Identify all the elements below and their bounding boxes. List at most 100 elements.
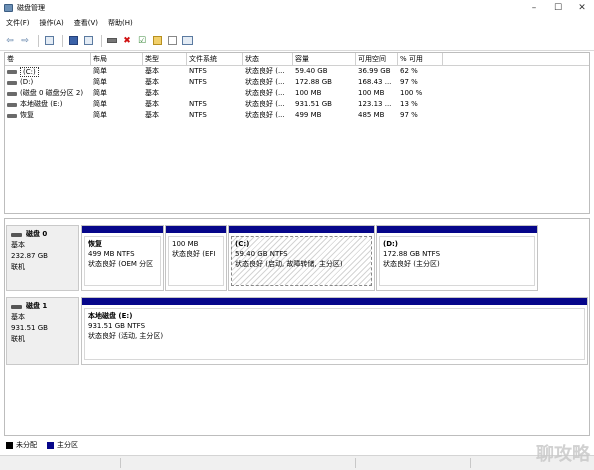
volume-icon xyxy=(7,102,17,107)
table-row[interactable]: (C:) 简单 基本 NTFS 状态良好 (... 59.40 GB 36.99… xyxy=(5,66,589,77)
volume-name: (磁盘 0 磁盘分区 2) xyxy=(20,89,84,97)
disk-size: 931.51 GB xyxy=(11,324,48,332)
disk-type: 基本 xyxy=(11,313,25,321)
volume-list[interactable]: 卷 布局 类型 文件系统 状态 容量 可用空间 % 可用 (C:) 简单 基本 … xyxy=(4,52,590,214)
disk-1-label[interactable]: 磁盘 1 基本 931.51 GB 联机 xyxy=(6,297,79,365)
back-arrow-icon[interactable]: ⇦ xyxy=(4,35,16,47)
disk-name: 磁盘 0 xyxy=(26,230,48,238)
partition-status: 状态良好 (EFI xyxy=(172,250,216,258)
cell-status: 状态良好 (... xyxy=(245,100,285,108)
cell-free-space: 100 MB xyxy=(358,89,385,97)
help-book-icon[interactable] xyxy=(67,35,79,47)
cell-percent-free: 97 % xyxy=(400,78,418,86)
partition-status: 状态良好 (活动, 主分区) xyxy=(88,332,164,340)
cell-type: 基本 xyxy=(145,78,159,86)
menu-file[interactable]: 文件(F) xyxy=(6,18,30,28)
delete-icon[interactable]: ✖ xyxy=(121,35,133,47)
volume-icon xyxy=(7,69,17,74)
connect-icon[interactable] xyxy=(106,35,118,47)
column-header-percent-free[interactable]: % 可用 xyxy=(398,53,443,65)
partition-label: 恢复 xyxy=(88,240,102,248)
cell-free-space: 168.43 ... xyxy=(358,78,392,86)
volume-icon xyxy=(7,80,17,85)
partition-efi[interactable]: 100 MB 状态良好 (EFI xyxy=(165,225,227,291)
grid-view-icon[interactable] xyxy=(82,35,94,47)
partition-size: 100 MB xyxy=(172,240,199,248)
legend-primary-partition: 主分区 xyxy=(57,441,78,449)
list-view-icon[interactable] xyxy=(43,35,55,47)
primary-partition-bar xyxy=(82,226,163,234)
cell-capacity: 59.40 GB xyxy=(295,67,328,75)
disk-icon xyxy=(11,232,22,237)
cell-layout: 简单 xyxy=(93,89,107,97)
disk-name: 磁盘 1 xyxy=(26,302,48,310)
column-header-volume[interactable]: 卷 xyxy=(5,53,91,65)
table-row[interactable]: 本地磁盘 (E:) 简单 基本 NTFS 状态良好 (... 931.51 GB… xyxy=(5,99,589,110)
volume-icon xyxy=(7,113,17,118)
menu-view[interactable]: 查看(V) xyxy=(74,18,98,28)
disk-management-app-icon xyxy=(4,3,13,12)
close-button[interactable]: ✕ xyxy=(570,0,594,16)
properties-check-icon[interactable]: ☑ xyxy=(136,35,148,47)
cell-status: 状态良好 (... xyxy=(245,67,285,75)
cell-type: 基本 xyxy=(145,67,159,75)
volume-name: 恢复 xyxy=(20,111,34,119)
cell-status: 状态良好 (... xyxy=(245,78,285,86)
toolbar-separator xyxy=(101,34,102,47)
menu-help[interactable]: 帮助(H) xyxy=(108,18,133,28)
cell-layout: 简单 xyxy=(93,100,107,108)
maximize-button[interactable]: ☐ xyxy=(546,0,570,16)
watermark: 聊攻略 xyxy=(536,444,590,465)
cell-free-space: 485 MB xyxy=(358,111,385,119)
window-title: 磁盘管理 xyxy=(17,3,45,12)
column-header-type[interactable]: 类型 xyxy=(143,53,187,65)
primary-partition-bar xyxy=(166,226,226,234)
partition-c[interactable]: (C:) 59.40 GB NTFS 状态良好 (启动, 故障转储, 主分区) xyxy=(228,225,375,291)
column-header-status[interactable]: 状态 xyxy=(243,53,293,65)
disk-state: 联机 xyxy=(11,263,25,271)
disk-graphical-view[interactable]: 磁盘 0 基本 232.87 GB 联机 恢复 499 MB NTFS 状态良好… xyxy=(4,218,590,436)
status-separator xyxy=(355,458,356,468)
primary-partition-bar xyxy=(377,226,537,234)
cell-free-space: 36.99 GB xyxy=(358,67,391,75)
table-row[interactable]: (磁盘 0 磁盘分区 2) 简单 基本 状态良好 (... 100 MB 100… xyxy=(5,88,589,99)
table-row[interactable]: (D:) 简单 基本 NTFS 状态良好 (... 172.88 GB 168.… xyxy=(5,77,589,88)
cell-percent-free: 62 % xyxy=(400,67,418,75)
partition-label: (C:) xyxy=(235,240,250,248)
partition-d[interactable]: (D:) 172.88 GB NTFS 状态良好 (主分区) xyxy=(376,225,538,291)
cell-layout: 简单 xyxy=(93,67,107,75)
disk-state: 联机 xyxy=(11,335,25,343)
primary-partition-bar xyxy=(229,226,374,234)
toolbar-separator xyxy=(62,34,63,47)
refresh-icon[interactable] xyxy=(166,35,178,47)
new-folder-icon[interactable] xyxy=(151,35,163,47)
partition-recovery[interactable]: 恢复 499 MB NTFS 状态良好 (OEM 分区 xyxy=(81,225,164,291)
volume-name: (D:) xyxy=(20,78,34,86)
title-bar: 磁盘管理 – ☐ ✕ xyxy=(0,0,594,16)
column-header-free-space[interactable]: 可用空间 xyxy=(356,53,398,65)
disk-0-label[interactable]: 磁盘 0 基本 232.87 GB 联机 xyxy=(6,225,79,291)
cell-percent-free: 13 % xyxy=(400,100,418,108)
cell-filesystem: NTFS xyxy=(189,100,207,108)
column-header-layout[interactable]: 布局 xyxy=(91,53,143,65)
toolbar: ⇦ ⇨ ✖ ☑ xyxy=(0,31,594,51)
cell-percent-free: 97 % xyxy=(400,111,418,119)
column-header-filesystem[interactable]: 文件系统 xyxy=(187,53,243,65)
cell-percent-free: 100 % xyxy=(400,89,423,97)
legend: 未分配 主分区 xyxy=(4,439,590,451)
cell-capacity: 172.88 GB xyxy=(295,78,332,86)
partition-size: 172.88 GB NTFS xyxy=(383,250,441,258)
partition-e[interactable]: 本地磁盘 (E:) 931.51 GB NTFS 状态良好 (活动, 主分区) xyxy=(81,297,588,365)
minimize-button[interactable]: – xyxy=(522,0,546,16)
cell-status: 状态良好 (... xyxy=(245,89,285,97)
status-bar xyxy=(0,455,594,470)
partition-label: 本地磁盘 (E:) xyxy=(88,312,133,320)
disk-view-icon[interactable] xyxy=(181,35,193,47)
cell-capacity: 100 MB xyxy=(295,89,322,97)
forward-arrow-icon[interactable]: ⇨ xyxy=(19,35,31,47)
menu-action[interactable]: 操作(A) xyxy=(40,18,64,28)
table-row[interactable]: 恢复 简单 基本 NTFS 状态良好 (... 499 MB 485 MB 97… xyxy=(5,110,589,121)
column-header-capacity[interactable]: 容量 xyxy=(293,53,356,65)
menu-bar: 文件(F) 操作(A) 查看(V) 帮助(H) xyxy=(0,16,594,30)
volume-list-header: 卷 布局 类型 文件系统 状态 容量 可用空间 % 可用 xyxy=(5,53,589,66)
